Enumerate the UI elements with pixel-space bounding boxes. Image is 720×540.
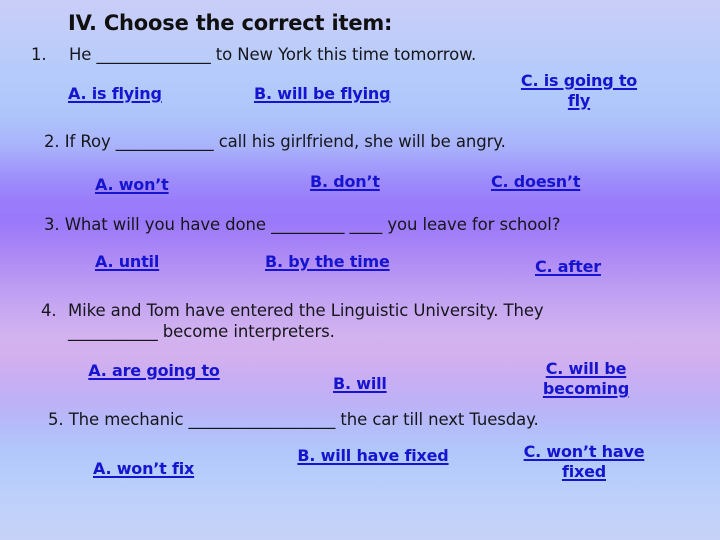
question-body-2: If Roy ____________ call his girlfriend,… (64, 132, 506, 151)
question-number-3: 3. (44, 215, 60, 234)
slide-canvas: IV. Choose the correct item: 1. He _____… (0, 0, 720, 540)
question-text-4-line1: Mike and Tom have entered the Linguistic… (68, 301, 544, 320)
option-3-c[interactable]: C. after (535, 257, 601, 277)
question-body-3: What will you have done _________ ____ y… (64, 215, 561, 234)
question-text-4-line2: ___________ become interpreters. (68, 322, 335, 341)
option-1-a[interactable]: A. is flying (68, 84, 162, 104)
option-1-b[interactable]: B. will be flying (254, 84, 391, 104)
option-2-a[interactable]: A. won’t (95, 175, 169, 195)
option-4-c[interactable]: C. will be becoming (520, 359, 652, 399)
question-text-2: 2. If Roy ____________ call his girlfrie… (44, 131, 684, 152)
question-text-3: 3. What will you have done _________ ___… (44, 214, 694, 235)
option-2-b[interactable]: B. don’t (310, 172, 380, 192)
question-number-1: 1. (31, 45, 47, 64)
question-number-4: 4. (41, 301, 57, 320)
option-2-c[interactable]: C. doesn’t (491, 172, 581, 192)
option-4-a[interactable]: A. are going to (85, 361, 223, 381)
option-5-a[interactable]: A. won’t fix (93, 459, 194, 479)
option-3-a[interactable]: A. until (95, 252, 159, 272)
question-body-5: The mechanic __________________ the car … (68, 410, 539, 429)
option-3-b[interactable]: B. by the time (265, 252, 390, 272)
question-text-1: He ______________ to New York this time … (69, 45, 477, 64)
question-number-5: 5. (48, 410, 64, 429)
page-title: IV. Choose the correct item: (68, 11, 393, 35)
option-5-c[interactable]: C. won’t have fixed (505, 442, 663, 482)
option-1-c[interactable]: C. is going to fly (513, 71, 645, 111)
option-4-b[interactable]: B. will (333, 374, 387, 394)
question-number-2: 2. (44, 132, 60, 151)
question-text-5: 5. The mechanic __________________ the c… (48, 409, 688, 430)
option-5-b[interactable]: B. will have fixed (297, 446, 449, 466)
